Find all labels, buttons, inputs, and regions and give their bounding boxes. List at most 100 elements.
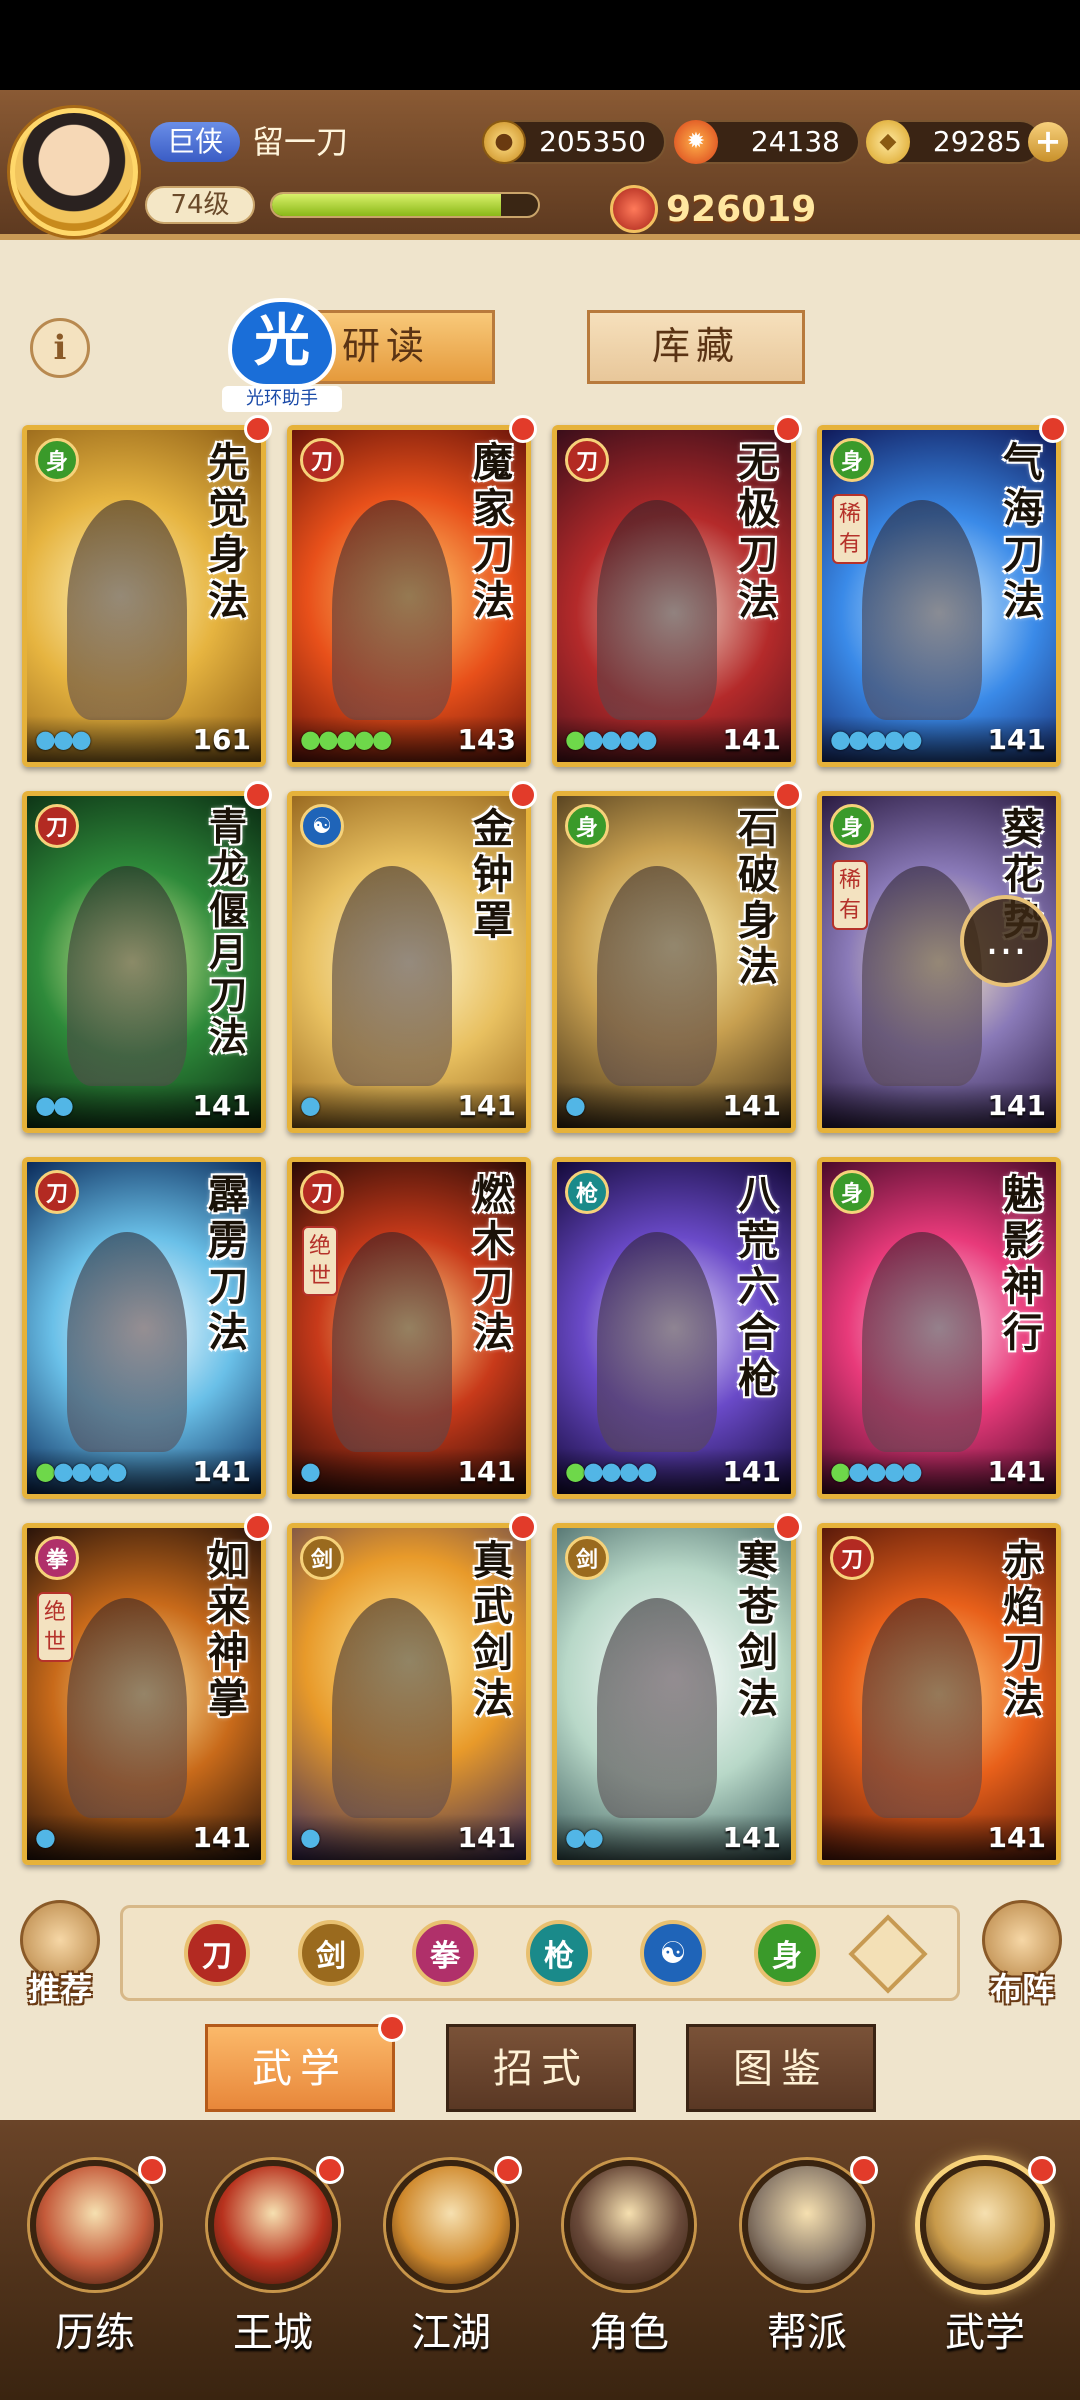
skill-card-level: 141 <box>722 722 781 756</box>
skill-card[interactable]: 身 魅影神行 ●●●●● 141 <box>817 1157 1061 1499</box>
tab-martial[interactable]: 武学 <box>205 2024 395 2112</box>
skill-card[interactable]: 剑 真武剑法 ● 141 <box>287 1523 531 1865</box>
skill-card[interactable]: 拳绝世 如来神掌 ● 141 <box>22 1523 266 1865</box>
nav-item-icon <box>208 2160 338 2290</box>
star-orbs: ● <box>300 1091 321 1119</box>
coin-counter: ● 205350 <box>482 120 666 164</box>
nav-item[interactable]: 帮派 <box>722 2156 892 2380</box>
weapon-type-icon: 身 <box>35 438 79 482</box>
weapon-type-icon: 刀 <box>300 1170 344 1214</box>
notification-dot <box>509 1513 537 1541</box>
skill-card[interactable]: 枪 八荒六合枪 ●●●●● 141 <box>552 1157 796 1499</box>
notification-dot <box>509 415 537 443</box>
weapon-type-icon: 枪 <box>565 1170 609 1214</box>
skill-card-grid: 身先觉身法 ●●● 161 刀魔家刀法 ●●●●● 143 刀无极刀法 ●●●●● 141 身稀有… <box>22 415 1067 1865</box>
skill-card-footer: ● 141 <box>557 1082 791 1128</box>
skill-card-level: 141 <box>192 1820 251 1854</box>
skill-card-figure <box>67 1598 187 1818</box>
skill-card-figure <box>67 1232 187 1452</box>
recommend-button[interactable]: 推荐 <box>14 1900 106 2010</box>
skill-card-figure <box>597 500 717 720</box>
skill-card-footer: ●●● 161 <box>27 716 261 762</box>
skill-card[interactable]: 刀 青龙偃月刀法 ●● 141 <box>22 791 266 1133</box>
skill-card-level: 141 <box>457 1454 516 1488</box>
star-orbs: ●●●●● <box>565 725 658 753</box>
skill-card[interactable]: 身 石破身法 ● 141 <box>552 791 796 1133</box>
ingot-counter: ◆ 29285 <box>866 120 1042 164</box>
star-orbs: ●●●●● <box>565 1457 658 1485</box>
skill-card-title: 青龙偃月刀法 <box>208 804 247 1059</box>
star-orbs: ●●● <box>35 725 92 753</box>
weapon-type-icon: 剑 <box>300 1536 344 1580</box>
nav-item[interactable]: 江湖 <box>366 2156 536 2380</box>
tab-moves[interactable]: 招式 <box>446 2024 636 2112</box>
star-orbs: ●● <box>565 1823 604 1851</box>
nav-item-label: 帮派 <box>767 2310 847 2356</box>
skill-card[interactable]: 身 先觉身法 ●●● 161 <box>22 425 266 767</box>
skill-card-figure <box>332 1598 452 1818</box>
filter-blade-icon[interactable]: 刀 <box>184 1920 250 1986</box>
nav-notification-dot <box>138 2156 166 2184</box>
skill-card-title: 魔家刀法 <box>473 439 513 624</box>
power-icon <box>610 185 658 233</box>
star-orbs: ●● <box>35 1091 74 1119</box>
weapon-type-icon: 身 <box>830 804 874 848</box>
skill-card[interactable]: 剑 寒苍剑法 ●● 141 <box>552 1523 796 1865</box>
filter-sword-icon[interactable]: 剑 <box>298 1920 364 1986</box>
skill-card-title: 燃木刀法 <box>473 1171 513 1356</box>
skill-card[interactable]: 身稀有 气海刀法 ●●●●● 141 <box>817 425 1061 767</box>
notification-dot <box>244 415 272 443</box>
tab-martial-badge <box>378 2014 406 2042</box>
add-ingot-button[interactable]: + <box>1028 122 1068 162</box>
nav-item[interactable]: 武学 <box>900 2156 1070 2380</box>
skill-card-level: 141 <box>192 1088 251 1122</box>
skill-card-footer: 141 <box>822 1814 1056 1860</box>
player-level: 74级 <box>145 186 255 224</box>
flame-counter: ✹ 24138 <box>674 120 860 164</box>
skill-card-title: 无极刀法 <box>738 439 778 624</box>
skill-card-footer: ●● 141 <box>27 1082 261 1128</box>
skill-card[interactable]: 刀 魔家刀法 ●●●●● 143 <box>287 425 531 767</box>
notification-dot <box>244 781 272 809</box>
info-button[interactable]: i <box>30 318 90 378</box>
skill-card[interactable]: 刀 赤焰刀法 141 <box>817 1523 1061 1865</box>
skill-card-figure <box>597 1232 717 1452</box>
tab-codex[interactable]: 图鉴 <box>686 2024 876 2112</box>
weapon-type-icon: 身 <box>830 1170 874 1214</box>
nav-item-label: 武学 <box>945 2310 1025 2356</box>
recommend-label: 推荐 <box>27 1970 92 2008</box>
skill-card-footer: ●●●●● 141 <box>557 1448 791 1494</box>
skill-card[interactable]: 刀 霹雳刀法 ●●●●● 141 <box>22 1157 266 1499</box>
exp-bar <box>270 192 540 218</box>
skill-card-footer: ● 141 <box>292 1082 526 1128</box>
chat-bubble-icon[interactable]: … <box>960 895 1052 987</box>
nav-notification-dot <box>850 2156 878 2184</box>
notification-dot <box>1039 415 1067 443</box>
skill-card-level: 143 <box>457 722 516 756</box>
nav-item-icon <box>920 2160 1050 2290</box>
skill-card-figure <box>597 1598 717 1818</box>
nav-item[interactable]: 历练 <box>10 2156 180 2380</box>
skill-card-footer: ●●●●● 141 <box>557 716 791 762</box>
skill-card-figure <box>67 866 187 1086</box>
skill-card-figure <box>862 500 982 720</box>
nav-item[interactable]: 王城 <box>188 2156 358 2380</box>
coin-value: 205350 <box>539 125 646 158</box>
skill-card[interactable]: 刀 无极刀法 ●●●●● 141 <box>552 425 796 767</box>
skill-card-level: 141 <box>722 1088 781 1122</box>
rarity-tag: 稀有 <box>832 494 868 564</box>
tab-storage[interactable]: 库藏 <box>587 310 805 384</box>
filter-spear-icon[interactable]: 枪 <box>526 1920 592 1986</box>
filter-taiji-icon[interactable]: ☯ <box>640 1920 706 1986</box>
filter-movement-icon[interactable]: 身 <box>754 1920 820 1986</box>
formation-button[interactable]: 布阵 <box>976 1900 1068 2010</box>
skill-card-level: 141 <box>987 1820 1046 1854</box>
star-orbs: ● <box>35 1823 56 1851</box>
skill-card[interactable]: ☯ 金钟罩 ● 141 <box>287 791 531 1133</box>
skill-card[interactable]: 刀绝世 燃木刀法 ● 141 <box>287 1157 531 1499</box>
flame-icon: ✹ <box>674 120 718 164</box>
player-avatar[interactable] <box>10 108 138 236</box>
filter-fist-icon[interactable]: 拳 <box>412 1920 478 1986</box>
nav-item[interactable]: 角色 <box>544 2160 714 2380</box>
weapon-type-icon: 拳 <box>35 1536 79 1580</box>
